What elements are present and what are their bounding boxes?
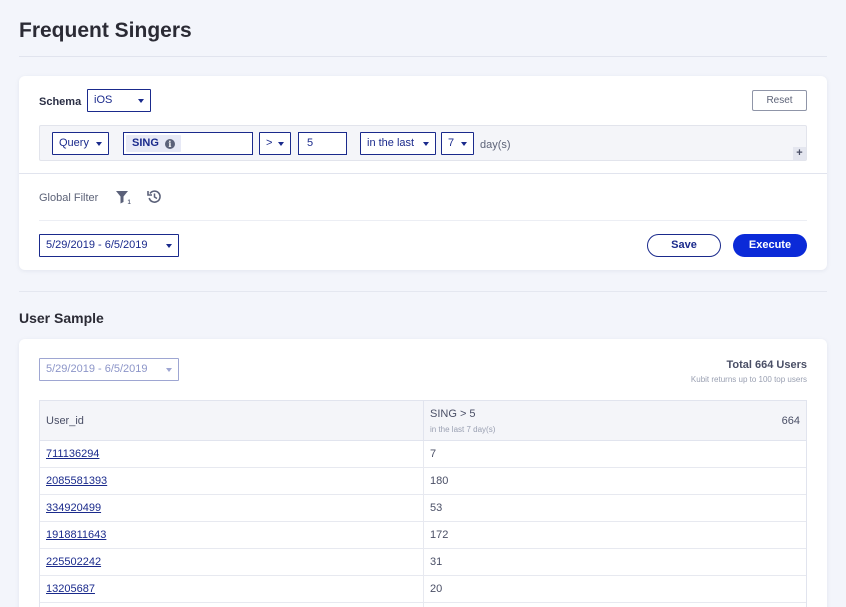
query-card: Schema iOS Reset Query SING i > 5 in the … bbox=[19, 76, 827, 270]
header-metric-label: SING > 5 bbox=[430, 408, 476, 420]
query-row: Query SING i > 5 in the last 7 day(s) + bbox=[39, 125, 807, 161]
chevron-down-icon bbox=[166, 368, 172, 372]
inner-divider bbox=[39, 220, 807, 221]
header-user-id-label: User_id bbox=[46, 415, 84, 427]
metric-cell: 31 bbox=[430, 556, 443, 568]
user-id-link[interactable]: 1918811643 bbox=[46, 529, 106, 541]
table-row: 225502242 31 bbox=[40, 549, 806, 576]
total-note: Kubit returns up to 100 top users bbox=[690, 375, 807, 384]
time-mode-select[interactable]: in the last bbox=[360, 132, 436, 155]
header-metric-total: 664 bbox=[781, 415, 800, 427]
chevron-down-icon bbox=[461, 142, 467, 146]
metric-cell: 180 bbox=[430, 475, 449, 487]
history-icon[interactable] bbox=[147, 189, 162, 204]
chevron-down-icon bbox=[96, 142, 102, 146]
table-row: 711136294 7 bbox=[40, 441, 806, 468]
header-metric-sub: in the last 7 day(s) bbox=[430, 425, 496, 434]
user-id-cell: 711136294 bbox=[40, 441, 424, 467]
metric-cell: 53 bbox=[430, 502, 443, 514]
filter-icon[interactable]: 1 bbox=[115, 190, 131, 205]
table-row: 1918811643 172 bbox=[40, 522, 806, 549]
info-icon[interactable]: i bbox=[164, 139, 175, 149]
user-id-link[interactable]: 225502242 bbox=[46, 556, 101, 568]
user-id-cell: 225502242 bbox=[40, 549, 424, 575]
reset-button[interactable]: Reset bbox=[752, 90, 807, 111]
event-selector[interactable]: SING i bbox=[123, 132, 253, 155]
chevron-down-icon bbox=[166, 244, 172, 248]
schema-select[interactable]: iOS bbox=[87, 89, 151, 112]
metric-cell: 172 bbox=[430, 529, 449, 541]
global-filter-label: Global Filter bbox=[39, 192, 99, 204]
add-icon[interactable]: + bbox=[793, 147, 806, 160]
user-sample-title: User Sample bbox=[19, 310, 104, 326]
chevron-down-icon bbox=[278, 142, 284, 146]
sample-date-range-value: 5/29/2019 - 6/5/2019 bbox=[46, 363, 148, 375]
time-mode-value: in the last bbox=[367, 137, 415, 149]
period-value: 7 bbox=[448, 137, 455, 149]
user-table: User_id SING > 5 in the last 7 day(s) 66… bbox=[39, 400, 807, 607]
save-button[interactable]: Save bbox=[647, 234, 721, 257]
date-range-select[interactable]: 5/29/2019 - 6/5/2019 bbox=[39, 234, 179, 257]
metric-cell: 7 bbox=[430, 448, 437, 460]
user-id-link[interactable]: 711136294 bbox=[46, 448, 99, 460]
header-metric: SING > 5 in the last 7 day(s) 664 bbox=[424, 401, 806, 440]
user-id-link[interactable]: 2085581393 bbox=[46, 475, 107, 487]
event-chip[interactable]: SING i bbox=[126, 135, 181, 152]
chevron-down-icon bbox=[423, 142, 429, 146]
operator-value: > bbox=[266, 137, 273, 149]
user-sample-card: 5/29/2019 - 6/5/2019 Total 664 Users Kub… bbox=[19, 339, 827, 607]
user-id-cell: 334920499 bbox=[40, 495, 424, 521]
value-input[interactable]: 5 bbox=[298, 132, 347, 155]
table-row: 2085581393 180 bbox=[40, 468, 806, 495]
period-unit: day(s) bbox=[480, 139, 511, 151]
date-range-value: 5/29/2019 - 6/5/2019 bbox=[46, 239, 148, 251]
user-id-link[interactable]: 334920499 bbox=[46, 502, 101, 514]
table-row bbox=[40, 603, 806, 607]
event-name: SING bbox=[132, 137, 159, 149]
card-divider bbox=[19, 173, 827, 174]
title-divider bbox=[19, 56, 827, 57]
table-header: User_id SING > 5 in the last 7 day(s) 66… bbox=[40, 401, 806, 441]
user-id-cell: 1918811643 bbox=[40, 522, 424, 548]
metric-cell bbox=[424, 603, 806, 607]
user-id-cell bbox=[40, 603, 424, 607]
metric-cell: 20 bbox=[430, 583, 443, 595]
user-id-link[interactable]: 13205687 bbox=[46, 583, 95, 595]
total-users: Total 664 Users bbox=[726, 359, 807, 371]
chevron-down-icon bbox=[138, 99, 144, 103]
user-id-cell: 13205687 bbox=[40, 576, 424, 602]
table-row: 334920499 53 bbox=[40, 495, 806, 522]
section-divider bbox=[19, 291, 827, 292]
table-row: 13205687 20 bbox=[40, 576, 806, 603]
operator-select[interactable]: > bbox=[259, 132, 291, 155]
header-user-id: User_id bbox=[40, 401, 424, 440]
user-id-cell: 2085581393 bbox=[40, 468, 424, 494]
schema-select-value: iOS bbox=[94, 94, 113, 106]
filter-count: 1 bbox=[128, 200, 132, 205]
sample-date-range-select[interactable]: 5/29/2019 - 6/5/2019 bbox=[39, 358, 179, 381]
metric-type-select[interactable]: Query bbox=[52, 132, 109, 155]
period-select[interactable]: 7 bbox=[441, 132, 474, 155]
page-title: Frequent Singers bbox=[19, 19, 192, 42]
metric-type-value: Query bbox=[59, 137, 89, 149]
execute-button[interactable]: Execute bbox=[733, 234, 807, 257]
schema-label: Schema bbox=[39, 96, 82, 108]
